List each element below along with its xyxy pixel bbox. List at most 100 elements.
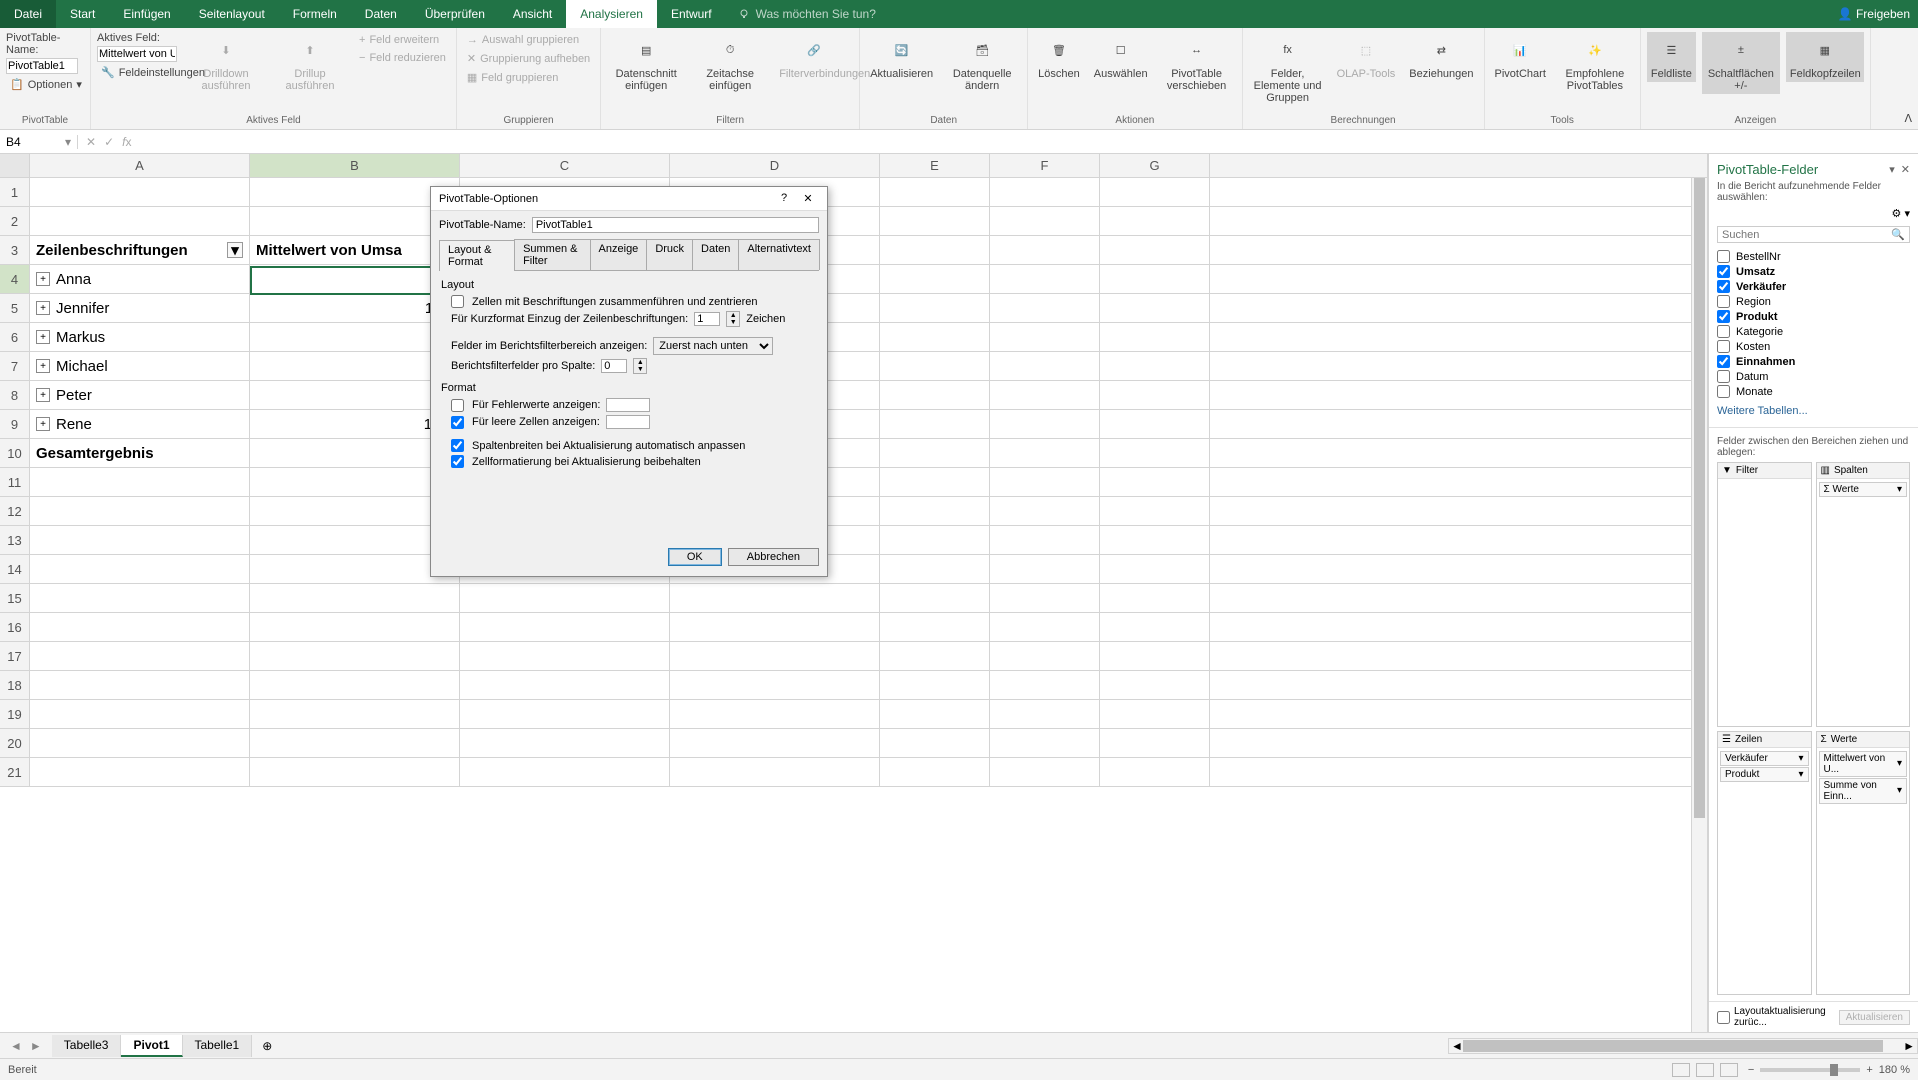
cell[interactable] [990,294,1100,322]
field-item[interactable]: Einnahmen [1717,354,1910,369]
field-checkbox[interactable] [1717,295,1730,308]
menu-ueberpruefen[interactable]: Überprüfen [411,0,499,28]
row-header[interactable]: 9 [0,410,30,438]
group-field[interactable]: ▦Feld gruppieren [463,69,594,86]
cell[interactable] [1100,555,1210,583]
cell[interactable] [1100,613,1210,641]
cell[interactable] [460,700,670,728]
fieldpane-layout-icon[interactable]: ▾ [1889,163,1895,176]
filter-connections[interactable]: 🔗Filterverbindungen [775,32,853,82]
cell[interactable] [880,671,990,699]
row-header[interactable]: 18 [0,671,30,699]
area-chip[interactable]: Σ Werte▾ [1819,482,1908,497]
cell[interactable] [1100,323,1210,351]
cell[interactable] [460,729,670,757]
filters-per-col-spinner[interactable]: ▲▼ [633,358,647,374]
row-header[interactable]: 4 [0,265,30,293]
field-checkbox[interactable] [1717,310,1730,323]
cell[interactable] [990,178,1100,206]
expand-icon[interactable]: + [36,417,50,431]
area-values[interactable]: ΣWerte Mittelwert von U...▾Summe von Ein… [1816,731,1911,996]
cell[interactable] [880,729,990,757]
col-header-D[interactable]: D [670,154,880,177]
cell[interactable] [990,352,1100,380]
cell[interactable]: Gesamtergebnis [30,439,250,467]
field-checkbox[interactable] [1717,250,1730,263]
gear-icon[interactable]: ⚙ ▾ [1892,207,1910,220]
cell[interactable]: 3,4 [250,352,460,380]
field-search-input[interactable] [1722,229,1891,241]
cell[interactable] [990,236,1100,264]
fieldlist-toggle[interactable]: ☰Feldliste [1647,32,1696,82]
cell[interactable] [1100,265,1210,293]
chevron-down-icon[interactable]: ▾ [1798,769,1803,780]
cell[interactable] [250,758,460,786]
field-item[interactable]: BestellNr [1717,249,1910,264]
cell[interactable] [30,613,250,641]
row-header[interactable]: 20 [0,729,30,757]
chevron-down-icon[interactable]: ▾ [1897,484,1902,495]
cell[interactable] [880,526,990,554]
defer-layout-checkbox[interactable] [1717,1011,1730,1024]
field-search[interactable]: 🔍 [1717,226,1910,243]
menu-formeln[interactable]: Formeln [279,0,351,28]
insert-slicer[interactable]: ▤Datenschnitt einfügen [607,32,685,94]
cell[interactable] [1100,729,1210,757]
cell[interactable] [30,642,250,670]
cell[interactable] [880,758,990,786]
change-datasource[interactable]: 🗃Datenquelle ändern [943,32,1021,94]
area-chip[interactable]: Verkäufer▾ [1720,751,1809,766]
cell[interactable] [670,671,880,699]
cell[interactable] [990,410,1100,438]
chevron-down-icon[interactable]: ▾ [1798,753,1803,764]
more-tables-link[interactable]: Weitere Tabellen... [1709,401,1918,421]
name-box[interactable]: B4▾ [0,135,78,149]
dialog-tab[interactable]: Summen & Filter [514,239,590,270]
buttons-toggle[interactable]: ±Schaltflächen +/- [1702,32,1780,94]
col-header-G[interactable]: G [1100,154,1210,177]
menu-start[interactable]: Start [56,0,109,28]
menu-daten[interactable]: Daten [351,0,411,28]
tab-nav-next-icon[interactable]: ► [30,1039,42,1053]
cell[interactable] [30,555,250,583]
cell[interactable] [670,642,880,670]
field-checkbox[interactable] [1717,355,1730,368]
row-header[interactable]: 11 [0,468,30,496]
field-checkbox[interactable] [1717,385,1730,398]
sheet-tab[interactable]: Tabelle1 [183,1035,253,1057]
field-settings[interactable]: 🔧Feldeinstellungen [97,64,181,81]
field-item[interactable]: Verkäufer [1717,279,1910,294]
cell[interactable] [880,439,990,467]
show-errors-input[interactable] [606,398,650,412]
autofit-checkbox[interactable] [451,439,464,452]
cell[interactable] [880,178,990,206]
dlg-name-input[interactable] [532,217,819,233]
field-item[interactable]: Datum [1717,369,1910,384]
cell[interactable] [250,439,460,467]
cell[interactable] [250,265,460,293]
field-item[interactable]: Monate [1717,384,1910,399]
cell[interactable] [880,642,990,670]
cell[interactable] [990,642,1100,670]
ok-button[interactable]: OK [668,548,722,566]
cell[interactable] [250,584,460,612]
insert-timeline[interactable]: ⏱Zeitachse einfügen [691,32,769,94]
cell[interactable] [250,526,460,554]
preserve-format-checkbox[interactable] [451,455,464,468]
row-header[interactable]: 12 [0,497,30,525]
report-filter-select[interactable]: Zuerst nach unten [653,337,773,355]
cell[interactable] [670,584,880,612]
refresh-button[interactable]: 🔄Aktualisieren [866,32,937,82]
cell[interactable] [880,323,990,351]
field-item[interactable]: Umsatz [1717,264,1910,279]
expand-field[interactable]: +Feld erweitern [355,32,450,48]
row-header[interactable]: 15 [0,584,30,612]
cell[interactable] [880,294,990,322]
menu-datei[interactable]: Datei [0,0,56,28]
cancel-formula-icon[interactable]: ✕ [86,135,96,149]
cell[interactable] [30,729,250,757]
cell[interactable]: +Peter [30,381,250,409]
cell[interactable] [1100,642,1210,670]
field-item[interactable]: Kosten [1717,339,1910,354]
cell[interactable] [250,555,460,583]
